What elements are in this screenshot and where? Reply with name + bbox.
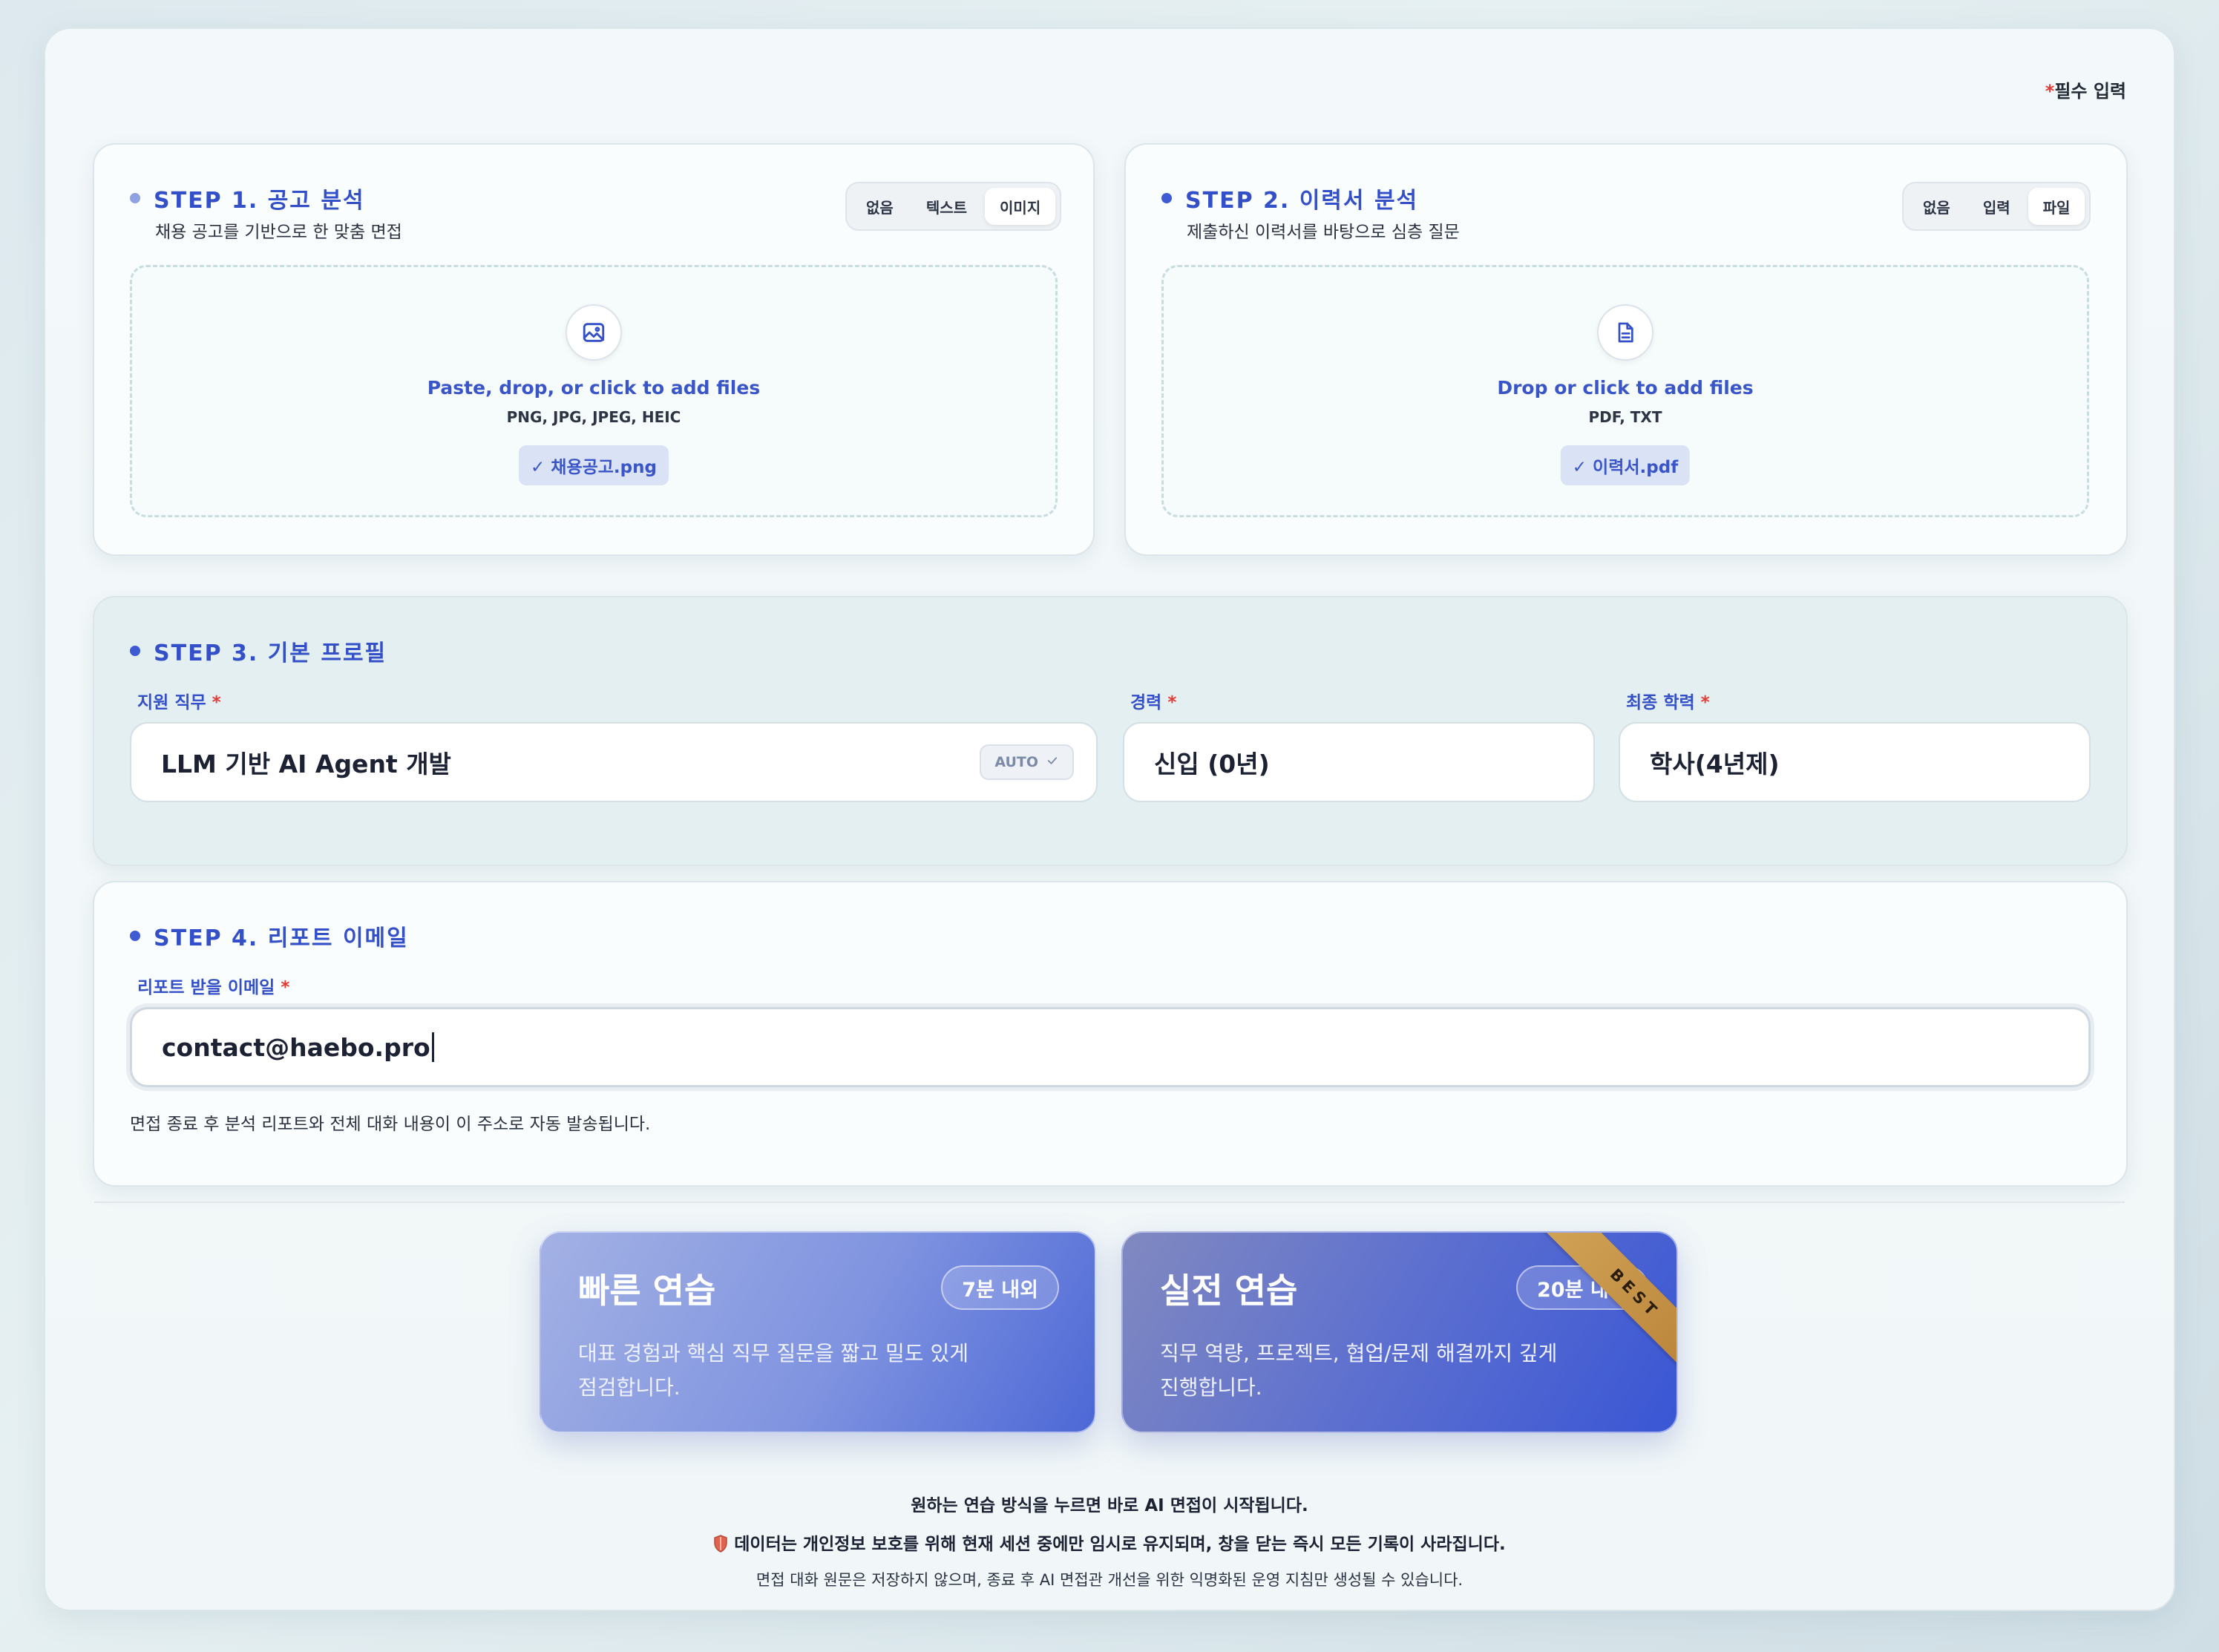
job-input[interactable]: LLM 기반 AI Agent 개발 AUTO bbox=[130, 722, 1098, 802]
step-dot-icon bbox=[130, 193, 140, 203]
career-label: 경력 * bbox=[1130, 693, 1177, 712]
step2-file-chip[interactable]: ✓ 이력서.pdf bbox=[1560, 445, 1691, 485]
step4-title: STEP 4. 리포트 이메일 bbox=[130, 920, 409, 952]
step1-option-none[interactable]: 없음 bbox=[851, 188, 908, 225]
quick-practice-title: 빠른 연습 bbox=[578, 1271, 716, 1311]
step2-subtitle: 제출하신 이력서를 바탕으로 심층 질문 bbox=[1187, 223, 1460, 242]
start-notice: 원하는 연습 방식을 누르면 바로 AI 면접이 시작됩니다. bbox=[911, 1496, 1308, 1515]
step1-title: STEP 1. 공고 분석 bbox=[130, 182, 365, 214]
email-label: 리포트 받을 이메일 * bbox=[137, 978, 290, 997]
step-dot-icon bbox=[130, 931, 140, 941]
step1-option-text[interactable]: 텍스트 bbox=[911, 188, 982, 225]
step-dot-icon bbox=[130, 646, 140, 656]
step3-card: STEP 3. 기본 프로필 지원 직무 * LLM 기반 AI Agent 개… bbox=[93, 596, 2128, 866]
step1-source-toggle: 없음 텍스트 이미지 bbox=[845, 182, 1062, 231]
best-ribbon-label: BEST bbox=[1542, 1233, 1676, 1381]
step1-file-chip[interactable]: ✓ 채용공고.png bbox=[519, 445, 669, 485]
best-ribbon: BEST bbox=[1528, 1233, 1676, 1381]
email-hint: 면접 종료 후 분석 리포트와 전체 대화 내용이 이 주소로 자동 발송됩니다… bbox=[130, 1115, 651, 1134]
career-input[interactable]: 신입 (0년) bbox=[1123, 722, 1595, 802]
main-panel: *필수 입력 STEP 1. 공고 분석 채용 공고를 기반으로 한 맞춤 면접… bbox=[44, 27, 2175, 1611]
quick-practice-desc: 대표 경험과 핵심 직무 질문을 짧고 밀도 있게 점검합니다. bbox=[578, 1341, 968, 1400]
image-icon bbox=[566, 304, 622, 361]
step2-dropzone[interactable]: Drop or click to add files PDF, TXT ✓ 이력… bbox=[1161, 265, 2089, 517]
step1-drop-types: PNG, JPG, JPEG, HEIC bbox=[506, 408, 681, 426]
auto-badge[interactable]: AUTO bbox=[980, 744, 1074, 780]
privacy-notice: 데이터는 개인정보 보호를 위해 현재 세션 중에만 임시로 유지되며, 창을 … bbox=[45, 1530, 2174, 1557]
shield-icon bbox=[713, 1535, 728, 1557]
real-practice-button[interactable]: 실전 연습 20분 내외 직무 역량, 프로젝트, 협업/문제 해결까지 깊게 … bbox=[1121, 1231, 1678, 1433]
step2-source-toggle: 없음 입력 파일 bbox=[1902, 182, 2091, 231]
step4-card: STEP 4. 리포트 이메일 리포트 받을 이메일 * contact@hae… bbox=[93, 881, 2128, 1187]
step-dot-icon bbox=[1161, 193, 1172, 203]
step2-drop-label: Drop or click to add files bbox=[1497, 377, 1754, 399]
real-practice-desc: 직무 역량, 프로젝트, 협업/문제 해결까지 깊게 진행합니다. bbox=[1160, 1341, 1558, 1400]
step2-title: STEP 2. 이력서 분석 bbox=[1161, 182, 1418, 214]
check-icon bbox=[1046, 754, 1059, 771]
job-label: 지원 직무 * bbox=[137, 693, 221, 712]
quick-practice-time: 7분 내외 bbox=[941, 1265, 1059, 1310]
step2-option-input[interactable]: 입력 bbox=[1968, 188, 2025, 225]
step1-dropzone[interactable]: Paste, drop, or click to add files PNG, … bbox=[130, 265, 1058, 517]
step2-card: STEP 2. 이력서 분석 제출하신 이력서를 바탕으로 심층 질문 없음 입… bbox=[1124, 143, 2128, 556]
quick-practice-button[interactable]: 빠른 연습 7분 내외 대표 경험과 핵심 직무 질문을 짧고 밀도 있게 점검… bbox=[540, 1231, 1096, 1433]
step1-card: STEP 1. 공고 분석 채용 공고를 기반으로 한 맞춤 면접 없음 텍스트… bbox=[93, 143, 1095, 556]
email-input[interactable]: contact@haebo.pro bbox=[130, 1007, 2091, 1087]
step2-option-file[interactable]: 파일 bbox=[2028, 188, 2085, 225]
document-icon bbox=[1597, 304, 1653, 361]
real-practice-title: 실전 연습 bbox=[1160, 1271, 1298, 1311]
required-note: *필수 입력 bbox=[2045, 81, 2126, 102]
step1-option-image[interactable]: 이미지 bbox=[985, 188, 1056, 225]
step3-title: STEP 3. 기본 프로필 bbox=[130, 635, 387, 667]
education-label: 최종 학력 * bbox=[1626, 693, 1710, 712]
divider bbox=[94, 1202, 2125, 1203]
step1-subtitle: 채용 공고를 기반으로 한 맞춤 면접 bbox=[155, 223, 402, 242]
policy-notice: 면접 대화 원문은 저장하지 않으며, 종료 후 AI 면접관 개선을 위한 익… bbox=[755, 1571, 1464, 1589]
education-input[interactable]: 학사(4년제) bbox=[1619, 722, 2091, 802]
step2-option-none[interactable]: 없음 bbox=[1908, 188, 1965, 225]
step1-drop-label: Paste, drop, or click to add files bbox=[427, 377, 761, 399]
step2-drop-types: PDF, TXT bbox=[1588, 408, 1662, 426]
text-caret bbox=[431, 1032, 434, 1062]
